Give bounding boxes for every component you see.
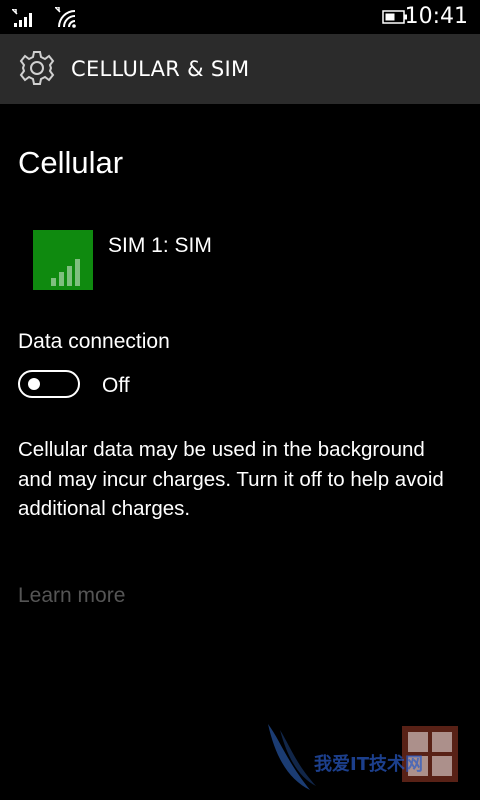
signal-bars-icon — [51, 259, 80, 286]
gear-icon — [19, 51, 55, 85]
clock: 10:41 — [404, 4, 468, 29]
watermark-text: 我爱IT技术网 — [314, 754, 423, 775]
sim-label[interactable]: SIM 1: SIM — [108, 232, 212, 260]
sim-tile[interactable] — [33, 230, 93, 290]
status-bar: 10:41 — [0, 0, 480, 34]
data-description: Cellular data may be used in the backgro… — [18, 438, 444, 520]
toggle-knob — [28, 378, 40, 390]
page-title: CELLULAR & SIM — [71, 57, 250, 81]
data-connection-label: Data connection — [18, 330, 170, 353]
page-header: CELLULAR & SIM — [0, 34, 480, 104]
watermark: 我爱IT技术网 — [260, 700, 480, 800]
wifi-icon — [55, 7, 76, 28]
data-connection-state: Off — [102, 374, 130, 397]
signal-icon — [12, 9, 32, 27]
wing-logo-icon — [268, 724, 316, 790]
section-title: Cellular — [18, 145, 124, 180]
learn-more-link[interactable]: Learn more — [18, 582, 125, 610]
data-connection-toggle[interactable] — [18, 370, 80, 398]
